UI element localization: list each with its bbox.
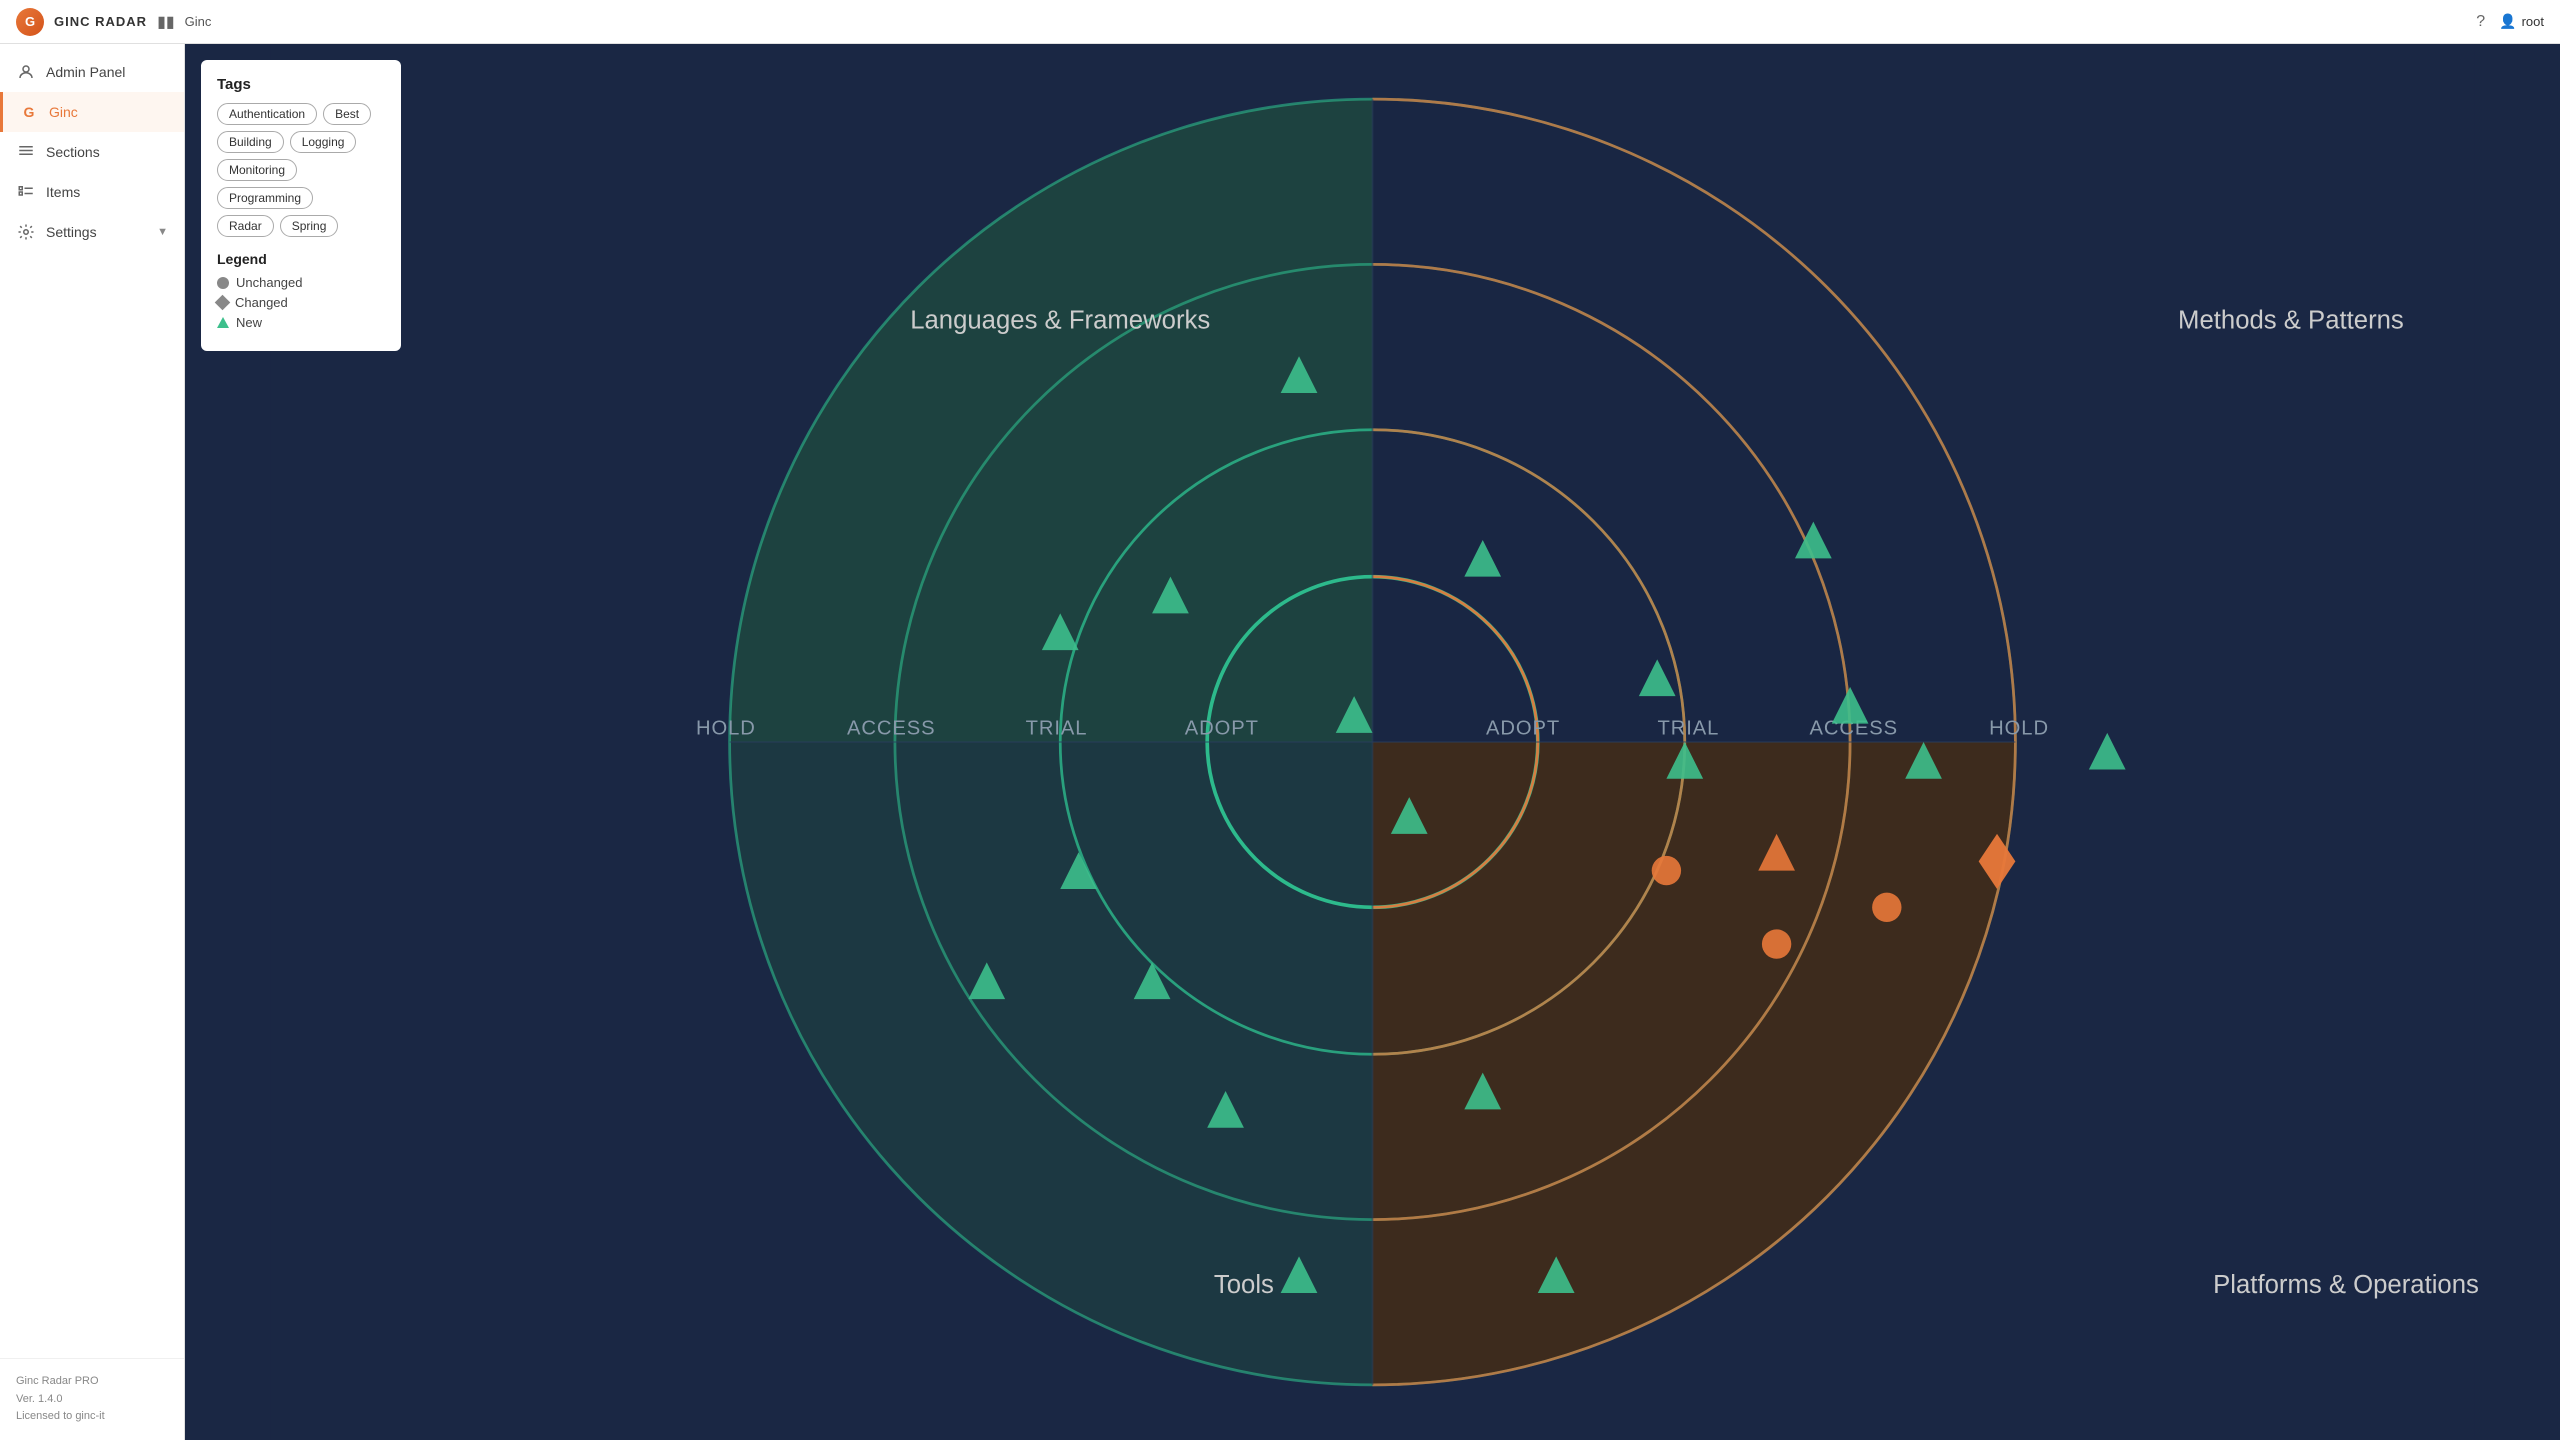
tags-row-4: Radar Spring <box>217 215 385 237</box>
new-icon <box>217 317 229 328</box>
user-menu[interactable]: 👤 root <box>2499 13 2544 30</box>
changed-icon <box>215 295 231 311</box>
tag-radar[interactable]: Radar <box>217 215 274 237</box>
legend-unchanged: Unchanged <box>217 275 385 290</box>
blip-19[interactable] <box>1652 856 1681 885</box>
user-icon: 👤 <box>2499 13 2516 30</box>
topbar: G GINC RADAR ▮▮ Ginc ? 👤 root <box>0 0 2560 44</box>
tag-logging[interactable]: Logging <box>290 131 357 153</box>
legend-changed: Changed <box>217 295 385 310</box>
sidebar: Admin Panel G Ginc Sections Items Settin… <box>0 44 185 1440</box>
sidebar-label-settings: Settings <box>46 224 97 240</box>
ring-label-adopt-right: ADOPT <box>1486 718 1560 740</box>
ring-label-trial-left: TRIAL <box>1026 718 1088 740</box>
legend-unchanged-label: Unchanged <box>236 275 303 290</box>
sidebar-label-admin-panel: Admin Panel <box>46 64 125 80</box>
user-label: root <box>2522 14 2544 29</box>
help-icon[interactable]: ? <box>2476 13 2485 31</box>
tags-title: Tags <box>217 76 385 93</box>
tags-row-1: Authentication Best <box>217 103 385 125</box>
quadrant-label-tools: Tools <box>1214 1271 1274 1299</box>
legend-section: Legend Unchanged Changed New <box>217 251 385 330</box>
sidebar-label-items: Items <box>46 184 80 200</box>
legend-new: New <box>217 315 385 330</box>
ring-label-hold-left: HOLD <box>696 718 756 740</box>
tags-panel: Tags Authentication Best Building Loggin… <box>201 60 401 351</box>
sidebar-footer: Ginc Radar PRO Ver. 1.4.0 Licensed to gi… <box>0 1358 184 1440</box>
footer-product: Ginc Radar PRO <box>16 1373 168 1391</box>
app-logo: G <box>16 8 44 36</box>
legend-title: Legend <box>217 251 385 267</box>
tags-row-3: Monitoring Programming <box>217 159 385 209</box>
items-icon <box>16 182 36 202</box>
tag-programming[interactable]: Programming <box>217 187 313 209</box>
ginc-icon: G <box>19 102 39 122</box>
ring-label-trial-right: TRIAL <box>1658 718 1720 740</box>
blip-20[interactable] <box>1762 929 1791 958</box>
sidebar-label-ginc: Ginc <box>49 104 78 120</box>
sections-icon <box>16 142 36 162</box>
tags-row-2: Building Logging <box>217 131 385 153</box>
tag-authentication[interactable]: Authentication <box>217 103 317 125</box>
sidebar-label-sections: Sections <box>46 144 100 160</box>
topbar-right: ? 👤 root <box>2476 13 2544 31</box>
quadrant-label-languages: Languages & Frameworks <box>910 307 1210 335</box>
legend-changed-label: Changed <box>235 295 288 310</box>
ring-label-hold-right: HOLD <box>1989 718 2049 740</box>
sidebar-item-settings[interactable]: Settings ▼ <box>0 212 184 252</box>
footer-license: Licensed to ginc-it <box>16 1408 168 1426</box>
footer-version: Ver. 1.4.0 <box>16 1391 168 1409</box>
settings-icon <box>16 222 36 242</box>
main-layout: Admin Panel G Ginc Sections Items Settin… <box>0 44 2560 1440</box>
blip-24[interactable] <box>1872 893 1901 922</box>
tag-spring[interactable]: Spring <box>280 215 339 237</box>
app-title: GINC RADAR <box>54 14 147 29</box>
breadcrumb: Ginc <box>185 14 212 29</box>
topbar-left: G GINC RADAR ▮▮ Ginc <box>16 8 211 36</box>
quadrant-label-platforms: Platforms & Operations <box>2213 1271 2479 1299</box>
sidebar-item-admin-panel[interactable]: Admin Panel <box>0 52 184 92</box>
sidebar-toggle-icon[interactable]: ▮▮ <box>157 12 175 32</box>
admin-panel-icon <box>16 62 36 82</box>
ring-label-access-left: ACCESS <box>847 718 936 740</box>
tag-best[interactable]: Best <box>323 103 371 125</box>
sidebar-item-ginc[interactable]: G Ginc <box>0 92 184 132</box>
quadrant-label-methods: Methods & Patterns <box>2178 307 2404 335</box>
sidebar-item-sections[interactable]: Sections <box>0 132 184 172</box>
sidebar-item-items[interactable]: Items <box>0 172 184 212</box>
legend-new-label: New <box>236 315 262 330</box>
tag-monitoring[interactable]: Monitoring <box>217 159 297 181</box>
radar-chart: Languages & Frameworks Methods & Pattern… <box>185 44 2560 1440</box>
ring-label-adopt-left: ADOPT <box>1185 718 1259 740</box>
content-area: Tags Authentication Best Building Loggin… <box>185 44 2560 1440</box>
unchanged-icon <box>217 277 229 289</box>
settings-arrow-icon: ▼ <box>157 226 168 238</box>
tag-building[interactable]: Building <box>217 131 284 153</box>
